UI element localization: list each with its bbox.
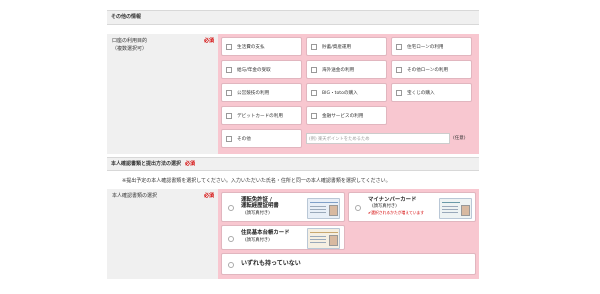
checkbox-label: 給与/年金の受取 [237, 67, 271, 73]
checkbox-label: 海外送金の利用 [322, 67, 355, 73]
radio-button[interactable] [228, 236, 234, 242]
checkbox-living-expenses[interactable]: 生活費の支払 [221, 37, 302, 56]
checkbox-other[interactable]: その他 [221, 129, 302, 148]
option-resident-register-card[interactable]: 住民基本台帳カード (顔写真付き) [221, 225, 345, 250]
required-badge: 必須 [203, 193, 214, 199]
section-header-other-info: その他の情報 [107, 10, 479, 25]
checkbox-box[interactable] [311, 66, 317, 73]
option-sub: (顔写真付き) [372, 204, 397, 209]
checkbox-overseas-remittance[interactable]: 海外送金の利用 [306, 60, 387, 79]
checkbox-label: 住宅ローンの利用 [407, 44, 444, 50]
checkbox-financial-services[interactable]: 金融サービスの利用 [306, 106, 387, 125]
other-purpose-input[interactable]: (例) 楽天ポイントをためるため [306, 133, 450, 144]
checkbox-label: 貯蓄/資産運用 [322, 44, 352, 50]
checkbox-box[interactable] [226, 135, 232, 142]
checkbox-box[interactable] [226, 112, 232, 119]
purpose-label-sub: （複数選択可） [112, 45, 148, 52]
checkbox-label: 金融サービスの利用 [322, 113, 364, 119]
option-sub: (顔写真付き) [245, 211, 270, 216]
checkbox-other-loan[interactable]: その他ローンの利用 [391, 60, 472, 79]
checkbox-box[interactable] [311, 112, 317, 119]
drivers-license-image [307, 198, 340, 219]
checkbox-box[interactable] [396, 89, 402, 96]
checkbox-label: 公営競技の利用 [237, 90, 270, 96]
resident-card-image [307, 228, 340, 249]
section-title: 本人確認書類と提出方法の選択 [111, 160, 182, 167]
section-header-id-documents: 本人確認書類と提出方法の選択 必須 [107, 157, 479, 171]
radio-button[interactable] [228, 262, 234, 268]
checkbox-housing-loan[interactable]: 住宅ローンの利用 [391, 37, 472, 56]
checkbox-label: 生活費の支払 [237, 44, 265, 50]
purpose-options-area: 生活費の支払 貯蓄/資産運用 住宅ローンの利用 給与/年金の受取 海外送金の利用… [218, 34, 479, 154]
checkbox-debit-card[interactable]: デビットカードの利用 [221, 106, 302, 125]
option-popular-note: ✔選択されるかたが増えています [368, 210, 425, 215]
my-number-card-image [439, 198, 472, 219]
checkbox-label: デビットカードの利用 [237, 113, 283, 119]
optional-note: (任意) [453, 136, 466, 141]
id-selection-notice: ※提出予定の本人確認書類を選択してください。入力いただいた氏名・住所と同一の本人… [122, 178, 391, 184]
option-title: マイナンバーカード [368, 197, 417, 203]
checkbox-label: 宝くじの購入 [407, 90, 435, 96]
checkbox-box[interactable] [396, 66, 402, 73]
purpose-label-cell: 口座の利用目的 （複数選択可） 必須 [107, 34, 218, 154]
checkbox-savings-investment[interactable]: 貯蓄/資産運用 [306, 37, 387, 56]
option-title: 住民基本台帳カード [241, 230, 290, 236]
option-drivers-license[interactable]: 運転免許証 / 運転経歴証明書 (顔写真付き) [221, 192, 345, 222]
checkbox-box[interactable] [226, 43, 232, 50]
checkbox-lottery[interactable]: 宝くじの購入 [391, 83, 472, 102]
radio-button[interactable] [228, 205, 234, 211]
account-form: その他の情報 口座の利用目的 （複数選択可） 必須 生活費の支払 貯蓄/資産運用… [107, 0, 479, 294]
required-badge: 必須 [203, 38, 214, 44]
checkbox-label: BIG・totoの購入 [322, 90, 358, 96]
required-badge: 必須 [185, 160, 196, 167]
checkbox-box[interactable] [226, 66, 232, 73]
id-select-label-cell: 本人確認書類の選択 必須 [107, 189, 218, 279]
checkbox-public-betting[interactable]: 公営競技の利用 [221, 83, 302, 102]
checkbox-salary-pension[interactable]: 給与/年金の受取 [221, 60, 302, 79]
section-title: その他の情報 [111, 14, 142, 20]
radio-button[interactable] [355, 205, 361, 211]
checkbox-big-toto[interactable]: BIG・totoの購入 [306, 83, 387, 102]
id-select-label: 本人確認書類の選択 [112, 193, 158, 199]
checkbox-label: その他 [237, 136, 251, 142]
id-options-area: 運転免許証 / 運転経歴証明書 (顔写真付き) マイナンバーカード (顔写真付き… [218, 189, 479, 279]
checkbox-box[interactable] [226, 89, 232, 96]
option-title: いずれも持っていない [241, 260, 301, 267]
option-my-number-card[interactable]: マイナンバーカード (顔写真付き) ✔選択されるかたが増えています [348, 192, 476, 222]
checkbox-box[interactable] [311, 43, 317, 50]
option-sub: (顔写真付き) [245, 238, 270, 243]
checkbox-box[interactable] [396, 43, 402, 50]
purpose-label: 口座の利用目的 [112, 38, 148, 44]
option-none[interactable]: いずれも持っていない [221, 253, 476, 275]
checkbox-box[interactable] [311, 89, 317, 96]
checkbox-label: その他ローンの利用 [407, 67, 449, 73]
option-title: 運転免許証 / 運転経歴証明書 [241, 197, 279, 210]
